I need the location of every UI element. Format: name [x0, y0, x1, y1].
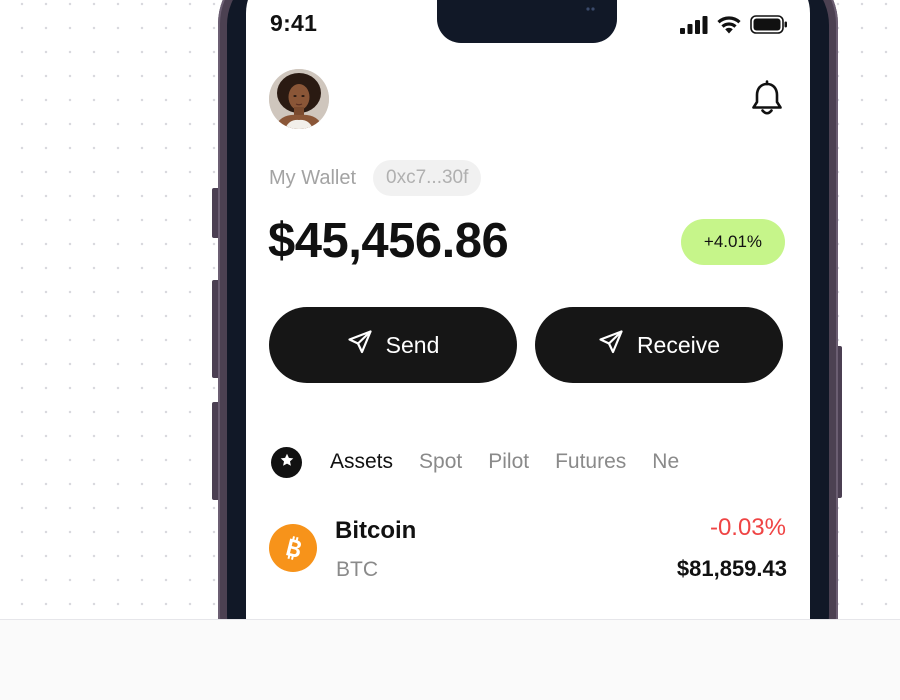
signal-bars-icon — [680, 15, 708, 39]
tab-futures[interactable]: Futures — [555, 450, 626, 474]
star-icon — [280, 453, 294, 472]
asset-price: $81,859.43 — [676, 556, 787, 581]
bottom-panel — [0, 619, 900, 700]
status-icons — [680, 15, 788, 39]
status-time: 9:41 — [270, 10, 318, 36]
battery-icon — [750, 15, 788, 39]
asset-name: Bitcoin — [335, 517, 417, 544]
paper-plane-icon — [598, 329, 624, 361]
wallet-label: My Wallet — [269, 167, 357, 189]
phone-frame: 9:41 My Wallet 0xc7...30f $45,456.86 +4.… — [218, 0, 838, 680]
send-button[interactable]: Send — [269, 307, 517, 383]
wallet-address-chip[interactable]: 0xc7...30f — [373, 160, 482, 196]
receive-button-label: Receive — [636, 331, 721, 358]
dynamic-island — [437, 0, 617, 43]
phone-screen: 9:41 My Wallet 0xc7...30f $45,456.86 +4.… — [246, 0, 810, 671]
avatar[interactable] — [269, 69, 329, 129]
tab-spot[interactable]: Spot — [419, 450, 462, 474]
bell-icon[interactable] — [750, 80, 784, 118]
tab-new[interactable]: Ne — [652, 450, 679, 474]
send-button-label: Send — [385, 331, 440, 358]
tab-pilot[interactable]: Pilot — [488, 450, 529, 474]
tab-assets[interactable]: Assets — [330, 450, 393, 474]
asset-tabs: Assets Spot Pilot Futures Ne — [271, 445, 686, 479]
favorites-tab[interactable] — [271, 446, 302, 478]
wallet-balance: $45,456.86 — [268, 214, 509, 268]
receive-button[interactable]: Receive — [535, 307, 783, 383]
wifi-icon — [716, 15, 742, 39]
bitcoin-icon — [269, 524, 317, 572]
balance-change-badge: +4.01% — [681, 219, 785, 265]
paper-plane-icon — [347, 329, 373, 361]
phone-bezel: 9:41 My Wallet 0xc7...30f $45,456.86 +4.… — [227, 0, 829, 671]
asset-symbol: BTC — [336, 558, 378, 581]
asset-change: -0.03% — [709, 514, 786, 541]
